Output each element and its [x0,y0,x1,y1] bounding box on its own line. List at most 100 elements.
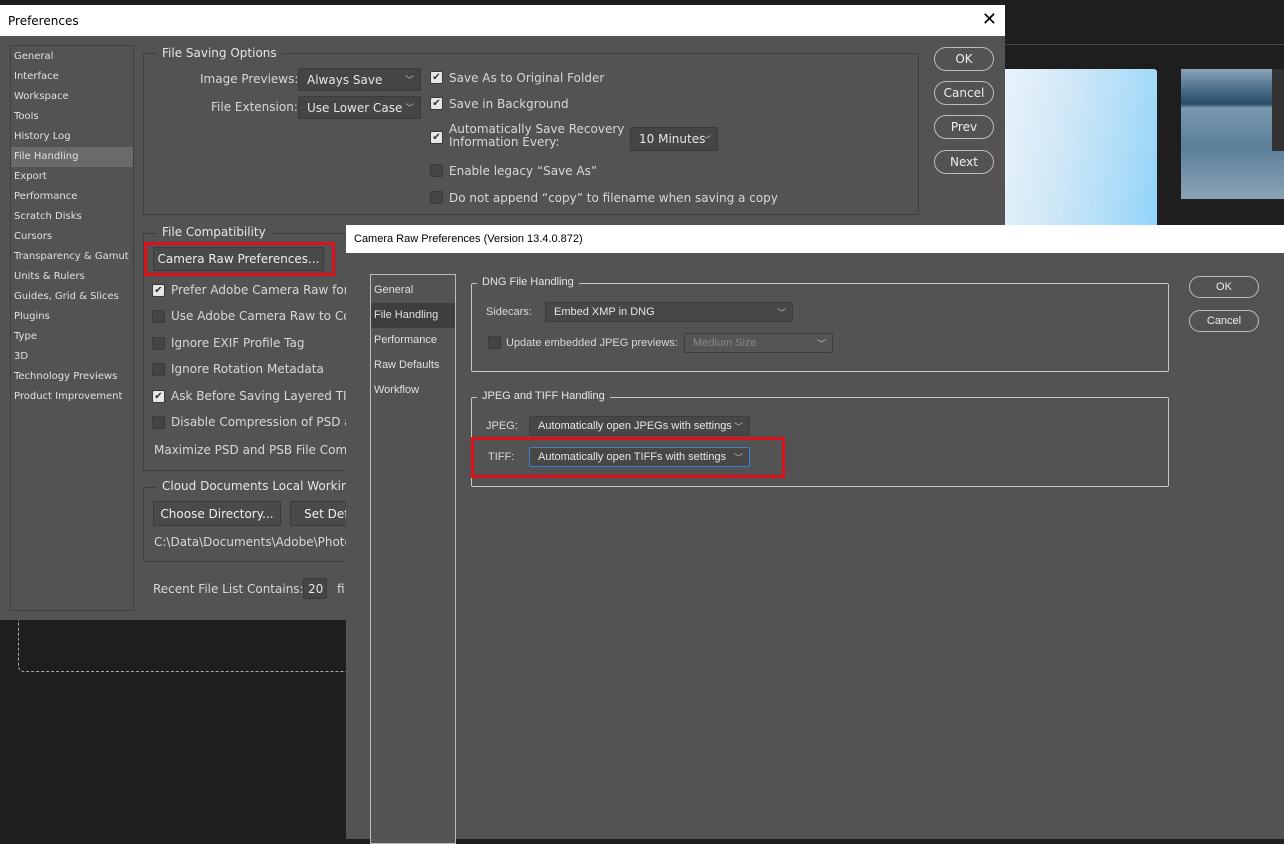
sidebar-item[interactable]: Plugins [11,307,133,327]
preview-size-select[interactable]: Medium Size ﹀ [684,333,833,353]
sidebar-item[interactable]: Performance [371,328,455,353]
select-value: 10 Minutes [639,132,706,146]
group-legend: Cloud Documents Local Working [157,479,362,493]
sidebar-item[interactable]: Workflow [371,378,455,403]
checkbox[interactable]: ✔ [152,284,165,297]
tool-panel [1272,69,1284,151]
image-previews-select[interactable]: Always Save ﹀ [298,68,421,91]
sidebar-item[interactable]: Product Improvement [11,387,133,407]
cancel-button[interactable]: Cancel [1189,310,1259,332]
checkbox[interactable] [430,164,443,177]
sidebar-item[interactable]: Performance [11,187,133,207]
sidebar-item[interactable]: Tools [11,107,133,127]
sidebar-item[interactable]: General [11,47,133,67]
camera-raw-sidebar: General File Handling Performance Raw Defau… [370,274,456,844]
jpeg-label: JPEG: [486,420,518,432]
chevron-down-icon: ﹀ [816,338,826,349]
checkbox-label: Use Adobe Camera Raw to Conv [171,309,366,323]
sidebar-item[interactable]: Technology Previews [11,367,133,387]
preferences-sidebar: General Interface Workspace Tools History Lo… [10,45,134,611]
sidebar-item[interactable]: Units & Rulers [11,267,133,287]
checkbox-label-line2: Information Every: [449,135,560,149]
chevron-down-icon: ﹀ [701,135,711,146]
checkbox-label: Save As to Original Folder [449,71,605,85]
file-extension-label: File Extension: [211,100,298,114]
recovery-interval-select[interactable]: 10 Minutes ﹀ [630,127,718,151]
preferences-titlebar: Preferences ✕ [0,5,1005,36]
select-value: Always Save [307,72,383,87]
sidecars-select[interactable]: Embed XMP in DNG ﹀ [545,302,793,322]
checkbox[interactable] [152,363,165,376]
checkbox-label: Do not append “copy” to filename when sa… [449,191,778,205]
dialog-title: Camera Raw Preferences (Version 13.4.0.8… [354,233,583,245]
chevron-down-icon: ﹀ [404,76,414,86]
divider-line [1005,44,1284,45]
camera-raw-titlebar: Camera Raw Preferences (Version 13.4.0.8… [346,225,1284,253]
update-jpeg-previews-label: Update embedded JPEG previews: [506,337,678,349]
checkbox[interactable]: ✔ [152,390,165,403]
sidecars-label: Sidecars: [486,306,532,318]
camera-raw-preferences-dialog: Camera Raw Preferences (Version 13.4.0.8… [346,225,1284,844]
sidebar-item[interactable]: Cursors [11,227,133,247]
close-icon[interactable]: ✕ [982,9,997,30]
checkbox-label: Automatically Save Recovery [449,122,625,136]
checkbox[interactable] [152,416,165,429]
chevron-down-icon: ﹀ [404,104,414,114]
sidebar-item[interactable]: Type [11,327,133,347]
group-legend: JPEG and TIFF Handling [477,390,610,402]
choose-directory-button[interactable]: Choose Directory... [153,501,281,526]
select-value: Automatically open JPEGs with settings [538,420,732,432]
select-value: Use Lower Case [307,100,403,115]
highlight-box [144,242,335,276]
cancel-button[interactable]: Cancel [934,81,994,105]
recent-file-suffix: fi [337,582,345,596]
checkbox[interactable] [430,191,443,204]
recent-file-list-label: Recent File List Contains: [153,582,304,596]
checkbox-label: Enable legacy “Save As” [449,164,598,178]
checkbox[interactable]: ✔ [430,97,443,110]
checkbox[interactable] [152,310,165,323]
sidebar-item[interactable]: History Log [11,127,133,147]
group-legend: File Saving Options [157,46,282,60]
recent-file-count-input[interactable]: 20 [303,578,327,599]
image-previews-label: Image Previews: [200,72,299,86]
dialog-title: Preferences [8,13,79,28]
jpeg-handling-select[interactable]: Automatically open JPEGs with settings ﹀ [529,416,750,436]
sidebar-item[interactable]: Guides, Grid & Slices [11,287,133,307]
ok-button[interactable]: OK [934,47,994,71]
checkbox-label: Disable Compression of PSD an [171,415,360,429]
sidebar-item[interactable]: Workspace [11,87,133,107]
dng-file-handling-group [471,283,1169,372]
checkbox-label: Ask Before Saving Layered TIFF [171,389,361,403]
sidebar-item[interactable]: Transparency & Gamut [11,247,133,267]
sidebar-item[interactable]: General [371,278,455,303]
checkbox[interactable]: ✔ [430,131,443,144]
group-legend: DNG File Handling [477,276,579,288]
checkbox-label: Ignore EXIF Profile Tag [171,336,305,350]
sidebar-item[interactable]: File Handling [371,303,455,328]
chevron-down-icon: ﹀ [733,421,743,432]
sidebar-item[interactable]: File Handling [11,147,133,167]
prev-button[interactable]: Prev [934,115,994,139]
sidebar-item[interactable]: 3D [11,347,133,367]
chevron-down-icon: ﹀ [776,307,786,318]
maximize-compatibility-label: Maximize PSD and PSB File Compa [154,443,363,457]
checkbox-label: Save in Background [449,97,569,111]
sidebar-item[interactable]: Raw Defaults [371,353,455,378]
checkbox-label: Prefer Adobe Camera Raw for S [171,283,361,297]
file-extension-select[interactable]: Use Lower Case ﹀ [298,96,421,119]
background-thumbnail-sky [1005,69,1157,225]
sidebar-item[interactable]: Interface [11,67,133,87]
checkbox[interactable]: ✔ [430,71,443,84]
sidebar-item[interactable]: Export [11,167,133,187]
select-value: Medium Size [693,337,757,349]
sidebar-item[interactable]: Scratch Disks [11,207,133,227]
highlight-box [471,437,785,478]
checkbox[interactable] [152,337,165,350]
cloud-path: C:\Data\Documents\Adobe\Photos [154,535,359,549]
next-button[interactable]: Next [934,150,994,174]
checkbox-label: Ignore Rotation Metadata [171,362,324,376]
background-thumbnail-lake [1181,69,1284,199]
ok-button[interactable]: OK [1189,276,1259,298]
update-jpeg-previews-checkbox[interactable] [488,336,501,349]
